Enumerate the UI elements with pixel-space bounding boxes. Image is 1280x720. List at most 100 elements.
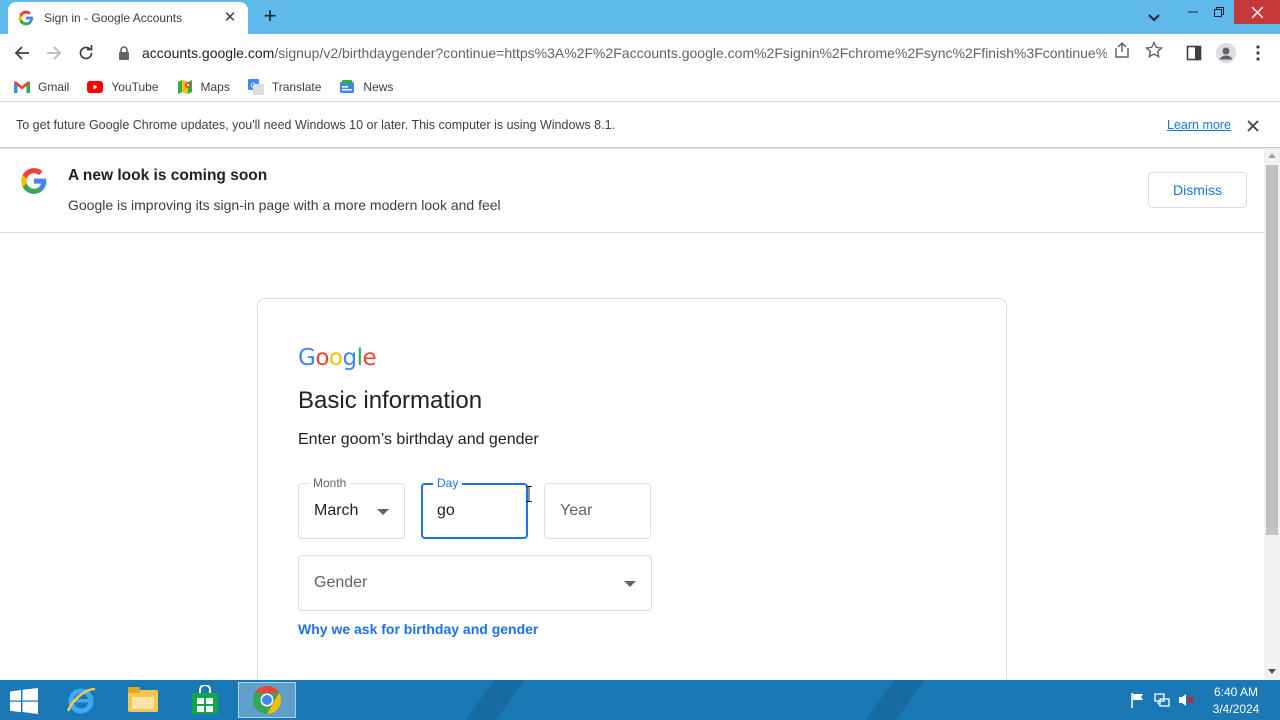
folder-icon <box>128 687 158 712</box>
day-label: Day <box>433 476 463 490</box>
chrome-update-infobar: To get future Google Chrome updates, you… <box>0 103 1280 148</box>
system-clock[interactable]: 6:40 AM 3/4/2024 <box>1206 684 1266 718</box>
translate-icon: G <box>247 78 264 95</box>
logo-letter: e <box>362 345 377 371</box>
forward-arrow-icon <box>47 46 62 60</box>
news-icon <box>340 79 355 93</box>
back-arrow-icon <box>14 46 29 60</box>
clock-date: 3/4/2024 <box>1212 702 1260 716</box>
volume-muted-icon[interactable] <box>1178 692 1194 708</box>
bookmark-translate[interactable]: G Translate <box>247 78 322 95</box>
tab-search-chevron-icon[interactable] <box>1144 8 1164 26</box>
share-icon[interactable] <box>1113 41 1131 59</box>
banner-title: A new look is coming soon <box>68 167 268 184</box>
store-bag-icon <box>192 685 218 714</box>
new-tab-button[interactable]: + <box>258 5 282 28</box>
month-select[interactable]: Month March <box>298 476 405 539</box>
chevron-down-icon <box>624 581 636 587</box>
text-cursor-icon <box>526 486 532 502</box>
action-center-flag-icon[interactable] <box>1130 692 1146 708</box>
title-bar: Sign in - Google Accounts ✕ + <box>0 0 1280 34</box>
month-label: Month <box>309 476 351 490</box>
scroll-up-arrow-icon[interactable] <box>1268 153 1276 158</box>
restore-button[interactable] <box>1202 0 1236 24</box>
bookmark-maps[interactable]: Maps <box>177 79 230 95</box>
side-panel-button[interactable] <box>1180 39 1208 67</box>
back-button[interactable] <box>8 39 36 67</box>
learn-more-link[interactable]: Learn more <box>1167 118 1231 132</box>
bookmark-star-icon[interactable] <box>1145 41 1163 59</box>
tab-sign-in[interactable]: Sign in - Google Accounts ✕ <box>8 2 248 34</box>
gender-select[interactable]: Gender <box>298 555 652 611</box>
page-content: A new look is coming soon Google is impr… <box>0 149 1264 680</box>
tab-close-icon[interactable]: ✕ <box>222 10 238 26</box>
page-title: Basic information <box>298 387 483 414</box>
reload-icon <box>79 45 93 60</box>
dismiss-button[interactable]: Dismiss <box>1148 172 1247 208</box>
vertical-scrollbar[interactable] <box>1264 149 1280 680</box>
chrome-taskbar-button[interactable] <box>238 682 296 718</box>
page-subtitle: Enter goom’s birthday and gender <box>298 431 539 448</box>
infobar-close-icon[interactable] <box>1247 120 1259 132</box>
day-value: go <box>437 502 455 519</box>
logo-letter: g <box>342 345 357 371</box>
youtube-icon <box>87 80 104 93</box>
taskbar-decoration <box>458 680 532 720</box>
banner-subtitle: Google is improving its sign-in page wit… <box>68 197 501 213</box>
bookmark-news[interactable]: News <box>339 79 393 95</box>
side-panel-icon <box>1186 45 1202 61</box>
close-icon <box>1251 6 1263 18</box>
windows-start-icon[interactable] <box>10 688 38 714</box>
logo-letter: o <box>328 345 343 371</box>
address-bar[interactable]: accounts.google.com/signup/v2/birthdayge… <box>106 37 1172 68</box>
bookmark-label: News <box>363 79 394 94</box>
chrome-icon <box>253 686 281 714</box>
internet-explorer-icon <box>66 687 96 714</box>
why-birthday-gender-link[interactable]: Why we ask for birthday and gender <box>298 621 538 637</box>
restore-icon <box>1214 7 1224 17</box>
window-close-button[interactable] <box>1234 0 1280 24</box>
day-input[interactable]: Day go <box>421 476 528 539</box>
gender-placeholder: Gender <box>314 574 368 591</box>
svg-text:G: G <box>250 82 255 89</box>
bookmark-label: YouTube <box>111 79 159 94</box>
taskbar-decoration <box>858 680 932 720</box>
profile-avatar-icon <box>1216 43 1236 63</box>
logo-letter: G <box>298 345 316 371</box>
bookmarks-bar: Gmail YouTube Maps G Translate News <box>0 72 1280 102</box>
year-input[interactable]: Year <box>544 483 651 539</box>
profile-button[interactable] <box>1212 39 1240 67</box>
browser-toolbar: accounts.google.com/signup/v2/birthdayge… <box>0 34 1280 72</box>
scroll-thumb[interactable] <box>1266 165 1278 535</box>
google-logo: Google <box>298 345 377 371</box>
forward-button[interactable] <box>40 39 68 67</box>
store-taskbar-button[interactable] <box>176 682 234 718</box>
reload-button[interactable] <box>72 39 100 67</box>
url-path: /signup/v2/birthdaygender?continue=https… <box>274 44 1107 61</box>
month-value: March <box>314 502 359 519</box>
bookmark-label: Maps <box>200 79 230 94</box>
logo-letter: o <box>315 345 329 371</box>
bookmark-label: Translate <box>271 79 322 94</box>
signup-card: Google Basic information Enter goom’s bi… <box>257 298 1007 680</box>
windows-taskbar: 6:40 AM 3/4/2024 <box>0 680 1280 720</box>
bookmark-youtube[interactable]: YouTube <box>87 79 159 94</box>
scroll-down-arrow-icon[interactable] <box>1268 669 1276 674</box>
internet-explorer-taskbar-button[interactable] <box>52 682 110 718</box>
clock-time: 6:40 AM <box>1213 685 1259 699</box>
gmail-icon <box>14 80 30 93</box>
kebab-menu-icon <box>1256 45 1260 61</box>
menu-button[interactable] <box>1244 39 1272 67</box>
chevron-down-icon <box>377 509 389 515</box>
bookmark-gmail[interactable]: Gmail <box>14 80 69 94</box>
google-g-icon <box>18 10 33 26</box>
infobar-message: To get future Google Chrome updates, you… <box>16 118 615 132</box>
minimize-icon <box>1188 11 1198 13</box>
year-placeholder: Year <box>560 502 593 519</box>
url-host: accounts.google.com <box>142 44 275 61</box>
url-text: accounts.google.com/signup/v2/birthdayge… <box>142 45 1107 61</box>
file-explorer-taskbar-button[interactable] <box>114 682 172 718</box>
network-icon[interactable] <box>1154 692 1170 708</box>
new-look-banner: A new look is coming soon Google is impr… <box>0 149 1264 233</box>
bookmark-label: Gmail <box>38 79 70 94</box>
